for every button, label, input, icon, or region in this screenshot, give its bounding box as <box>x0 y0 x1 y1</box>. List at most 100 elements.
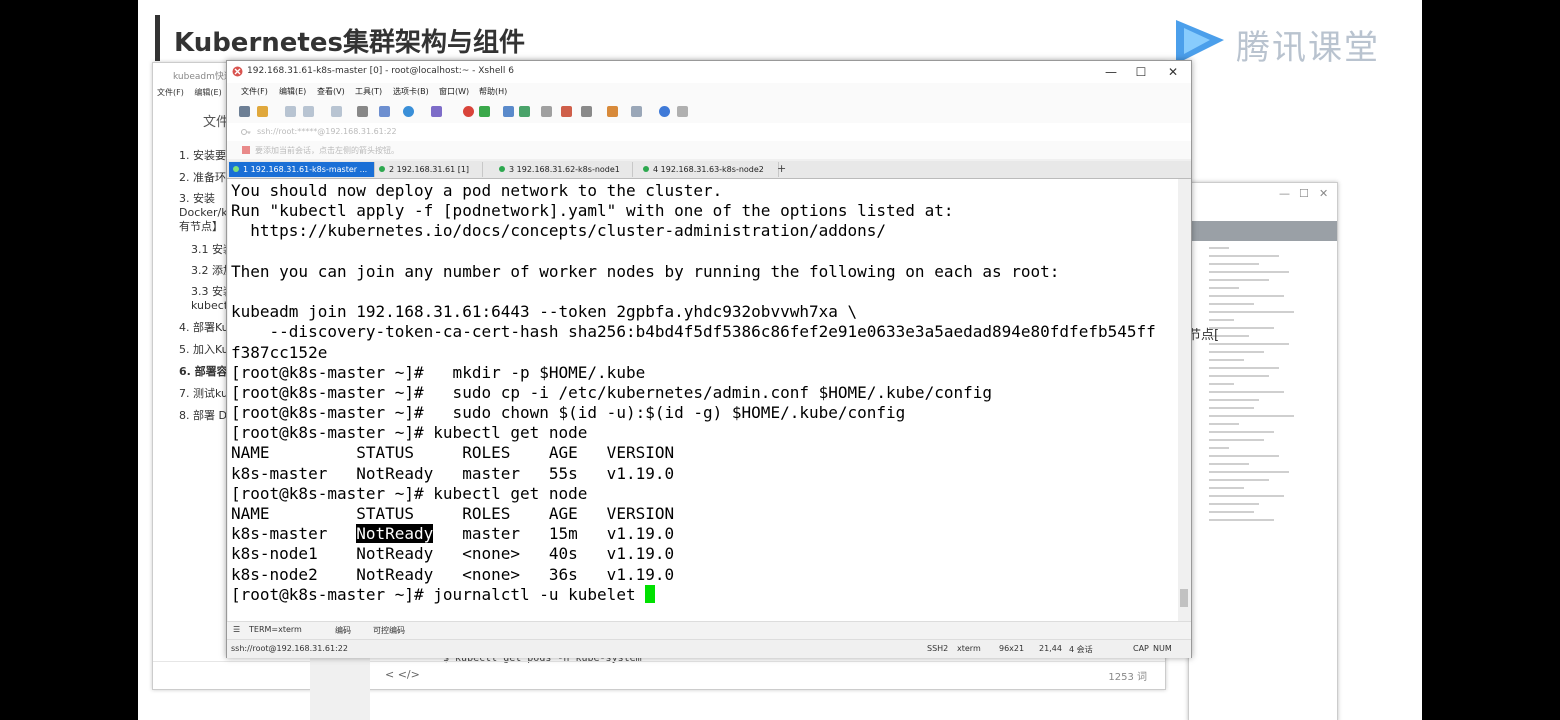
terminal-cursor <box>645 584 656 603</box>
new-session-icon[interactable] <box>239 106 250 117</box>
encoding-button[interactable]: 编码 <box>335 625 351 636</box>
scrollbar-thumb[interactable] <box>1180 589 1188 607</box>
toc-item[interactable]: 3. 安装 <box>179 192 215 206</box>
toc-item[interactable]: 1. 安装要 <box>179 149 226 163</box>
xshell-titlebar: 192.168.31.61-k8s-master [0] - root@loca… <box>227 61 1191 83</box>
terminal-line: [root@k8s-master ~]# mkdir -p $HOME/.kub… <box>231 362 646 382</box>
doc-menu-file[interactable]: 文件(F) <box>157 88 184 97</box>
slide-title-accent <box>155 15 160 61</box>
term-type[interactable]: TERM=xterm <box>249 625 302 634</box>
close-icon[interactable]: ✕ <box>1319 187 1328 200</box>
tab-label: 4 192.168.31.63-k8s-node2 <box>653 165 764 174</box>
session-address[interactable]: ssh://root:*****@192.168.31.61:22 <box>257 127 397 136</box>
doc-footer-nav[interactable]: < </> <box>385 668 420 681</box>
close-button[interactable]: ✕ <box>1159 63 1187 81</box>
terminal-line: [root@k8s-master ~]# kubectl get node <box>231 483 588 503</box>
fullscreen-icon[interactable] <box>503 106 514 117</box>
toc-item[interactable]: 2. 准备环 <box>179 171 226 185</box>
status-size: 96x21 <box>999 644 1025 653</box>
node-name: k8s-master <box>231 524 357 544</box>
doc-menu-edit[interactable]: 编辑(E) <box>194 88 221 97</box>
disconnect-icon[interactable] <box>303 106 314 117</box>
tab-session-1[interactable]: 1 192.168.31.61-k8s-master ... <box>229 162 375 177</box>
layout-icon[interactable] <box>631 106 642 117</box>
properties-icon[interactable] <box>379 106 390 117</box>
word-count: 1253 词 <box>1108 672 1147 683</box>
chat-icon[interactable] <box>677 106 688 117</box>
toc-item-current[interactable]: 6. 部署容 <box>179 365 228 379</box>
terminal-line: k8s-master NotReady master 55s v1.19.0 <box>231 463 675 483</box>
lock-icon[interactable] <box>519 106 530 117</box>
xmanager-icon[interactable] <box>479 106 490 117</box>
compose-icon[interactable] <box>581 106 592 117</box>
terminal-line: f387cc152e <box>231 342 328 362</box>
compose-menu-icon[interactable]: ☰ <box>233 625 240 634</box>
script-icon[interactable] <box>561 106 572 117</box>
globe-icon[interactable] <box>403 106 414 117</box>
menu-window[interactable]: 窗口(W) <box>439 86 469 97</box>
maximize-icon[interactable]: ☐ <box>1299 187 1309 200</box>
preview-toolbar <box>1189 221 1337 241</box>
connected-icon <box>499 166 505 172</box>
reconnect-icon[interactable] <box>285 106 296 117</box>
terminal-line: NAME STATUS ROLES AGE VERSION <box>231 504 675 523</box>
toc-item[interactable]: 7. 测试ku <box>179 387 228 401</box>
terminal-line: [root@k8s-master ~]# kubectl get node <box>231 423 588 443</box>
keyboard-icon[interactable] <box>541 106 552 117</box>
terminal-line: Run "kubectl apply -f [podnetwork].yaml"… <box>231 201 954 221</box>
connected-icon <box>643 166 649 172</box>
toc-item[interactable]: 有节点】 <box>179 220 223 234</box>
control-encoding-button[interactable]: 可控编码 <box>373 625 405 636</box>
terminal-output: You should now deploy a pod network to t… <box>231 181 1156 605</box>
menu-view[interactable]: 查看(V) <box>317 86 345 97</box>
tab-session-4[interactable]: 4 192.168.31.63-k8s-node2 <box>639 162 779 177</box>
toc-item[interactable]: 5. 加入Ku <box>179 343 229 357</box>
find-icon[interactable] <box>357 106 368 117</box>
status-sessions: 4 会话 <box>1069 645 1093 654</box>
menu-help[interactable]: 帮助(H) <box>479 86 507 97</box>
preview-page <box>1209 241 1327 720</box>
toolbar <box>227 101 1191 124</box>
window-title: 192.168.31.61-k8s-master [0] - root@loca… <box>247 66 514 76</box>
tab-label: 2 192.168.31.61 [1] <box>389 165 470 174</box>
terminal-line: kubeadm join 192.168.31.61:6443 --token … <box>231 302 858 322</box>
menu-tabs[interactable]: 选项卡(B) <box>393 86 429 97</box>
terminal-line-master: k8s-master NotReady master 15m v1.19.0 <box>231 524 1156 544</box>
font-icon[interactable] <box>431 106 442 117</box>
menu-file[interactable]: 文件(F) <box>241 86 268 97</box>
toc-item[interactable]: 4. 部署Ku <box>179 321 229 335</box>
menu-tools[interactable]: 工具(T) <box>355 86 382 97</box>
help-icon[interactable] <box>659 106 670 117</box>
logo-text: 腾讯课堂 <box>1236 28 1380 68</box>
terminal[interactable]: You should now deploy a pod network to t… <box>228 179 1178 621</box>
maximize-button[interactable]: ☐ <box>1127 63 1155 81</box>
copy-icon[interactable] <box>331 106 342 117</box>
selected-status: NotReady <box>356 524 434 544</box>
transfer-icon[interactable] <box>607 106 618 117</box>
menu-bar: 文件(F) 编辑(E) 查看(V) 工具(T) 选项卡(B) 窗口(W) 帮助(… <box>227 83 1191 101</box>
minimize-button[interactable]: — <box>1097 63 1125 81</box>
xftp-icon[interactable] <box>463 106 474 117</box>
terminal-scrollbar[interactable] <box>1178 179 1190 621</box>
session-hint-bar: 要添加当前会话，点击左侧的箭头按钮。 <box>227 141 1191 159</box>
address-bar[interactable]: ssh://root:*****@192.168.31.61:22 <box>227 123 1191 142</box>
tab-label: 1 192.168.31.61-k8s-master ... <box>243 165 368 174</box>
doc-tab[interactable]: kubeadm快速 <box>173 69 233 82</box>
tab-label: 3 192.168.31.62-k8s-node1 <box>509 165 620 174</box>
open-folder-icon[interactable] <box>257 106 268 117</box>
menu-edit[interactable]: 编辑(E) <box>279 86 306 97</box>
toc-item[interactable]: 8. 部署 D <box>179 409 227 423</box>
tab-session-2[interactable]: 2 192.168.31.61 [1] <box>375 162 483 177</box>
tab-session-3[interactable]: 3 192.168.31.62-k8s-node1 <box>495 162 633 177</box>
terminal-line: https://kubernetes.io/docs/concepts/clus… <box>231 221 887 241</box>
add-tab-icon[interactable]: + <box>777 162 786 175</box>
terminal-line: [root@k8s-master ~]# sudo cp -i /etc/kub… <box>231 382 992 402</box>
toc-item[interactable]: kubect <box>191 299 228 313</box>
minimize-icon[interactable]: — <box>1279 187 1290 200</box>
terminal-line: k8s-node2 NotReady <none> 36s v1.19.0 <box>231 564 675 584</box>
status-term: xterm <box>957 644 981 653</box>
toc-item[interactable]: Docker/k <box>179 206 228 220</box>
terminal-line: --discovery-token-ca-cert-hash sha256:b4… <box>231 322 1156 342</box>
